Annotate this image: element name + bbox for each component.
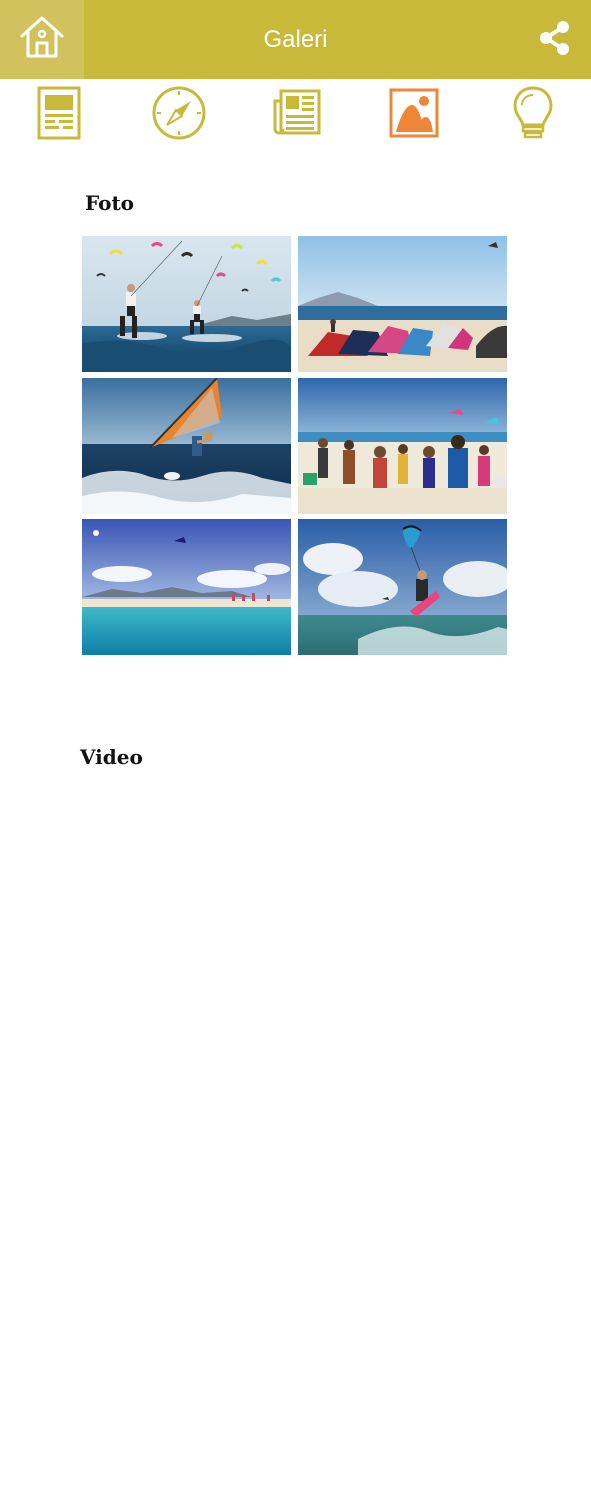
- gallery-photo-kitesurfer-jump[interactable]: [298, 519, 507, 655]
- gallery-photo-beach-crowd[interactable]: [298, 378, 507, 514]
- page-title: Galeri: [263, 25, 328, 53]
- gallery-photo-kitesurfers[interactable]: [82, 236, 291, 372]
- share-icon: [539, 20, 571, 61]
- document-icon: [34, 86, 84, 145]
- app-header: Galeri: [0, 0, 591, 79]
- video-section-heading: Video: [80, 745, 143, 769]
- lightbulb-icon: [510, 85, 556, 146]
- category-toolbar: [0, 79, 591, 151]
- gallery-photo-kites-beach[interactable]: [298, 236, 507, 372]
- home-icon: [18, 13, 66, 66]
- tab-gallery[interactable]: [386, 87, 442, 143]
- gallery-photo-tropical-beach[interactable]: [82, 519, 291, 655]
- tab-newspaper[interactable]: [269, 87, 325, 143]
- gallery-photo-windsurfer[interactable]: [82, 378, 291, 514]
- tab-compass[interactable]: [151, 85, 207, 146]
- newspaper-icon: [271, 87, 323, 144]
- share-button[interactable]: [537, 20, 573, 60]
- photo-section-heading: Foto: [85, 191, 135, 215]
- tab-tips[interactable]: [505, 85, 561, 146]
- home-button[interactable]: [0, 0, 84, 79]
- compass-icon: [151, 85, 207, 146]
- tab-document[interactable]: [31, 86, 87, 145]
- image-gallery-icon: [388, 87, 440, 144]
